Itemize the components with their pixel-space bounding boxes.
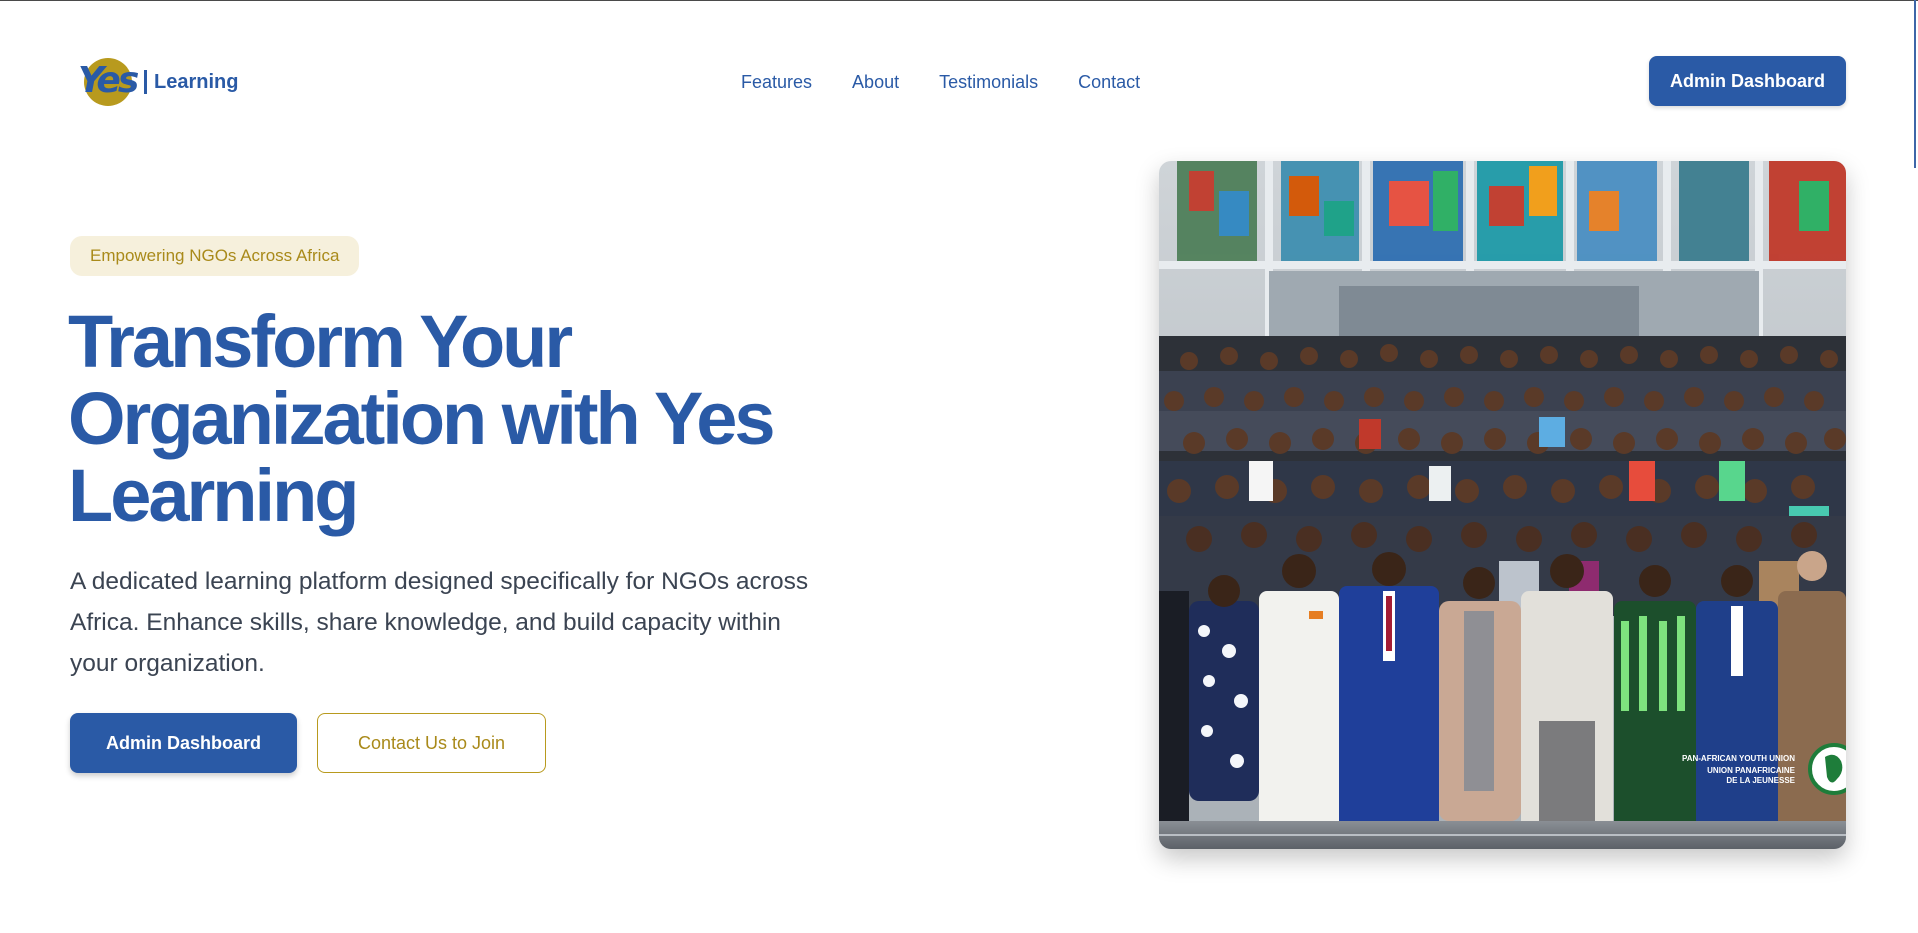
hero-title-line-2: Organization with Yes <box>68 377 776 460</box>
contact-us-to-join-button[interactable]: Contact Us to Join <box>317 713 546 773</box>
hero-title: Transform Your Organization with Yes Lea… <box>68 303 828 534</box>
logo-divider <box>144 70 147 94</box>
photo-caption-line-1: PAN-AFRICAN YOUTH UNION <box>1682 754 1795 763</box>
hero-group-photo: PAN-AFRICAN YOUTH UNION UNION PANAFRICAI… <box>1159 161 1846 849</box>
nav-testimonials-link[interactable]: Testimonials <box>939 68 1038 96</box>
logo-mark-text: Yes <box>78 60 139 101</box>
header-admin-dashboard-button[interactable]: Admin Dashboard <box>1649 56 1846 106</box>
logo-label: Learning <box>154 70 239 93</box>
nav-features-link[interactable]: Features <box>741 68 812 96</box>
hero-title-line-3: Learning <box>68 454 359 537</box>
nav-contact-link[interactable]: Contact <box>1078 68 1140 96</box>
logo[interactable]: Yes Learning <box>78 57 238 107</box>
nav-about-link[interactable]: About <box>852 68 899 96</box>
hero-title-line-1: Transform Your <box>68 300 573 383</box>
photo-caption-line-3: DE LA JEUNESSE <box>1726 776 1795 785</box>
hero-admin-dashboard-button[interactable]: Admin Dashboard <box>70 713 297 773</box>
hero-badge: Empowering NGOs Across Africa <box>70 236 360 276</box>
hero-description: A dedicated learning platform designed s… <box>70 568 809 677</box>
logo-mark: Yes <box>78 57 140 107</box>
pan-african-youth-union-logo <box>1808 743 1846 795</box>
main-nav: Features About Testimonials Contact <box>741 68 1140 96</box>
photo-caption-line-2: UNION PANAFRICAINE <box>1707 766 1796 775</box>
window-top-border <box>0 0 1918 1</box>
scrollbar-thumb[interactable] <box>1914 0 1916 168</box>
